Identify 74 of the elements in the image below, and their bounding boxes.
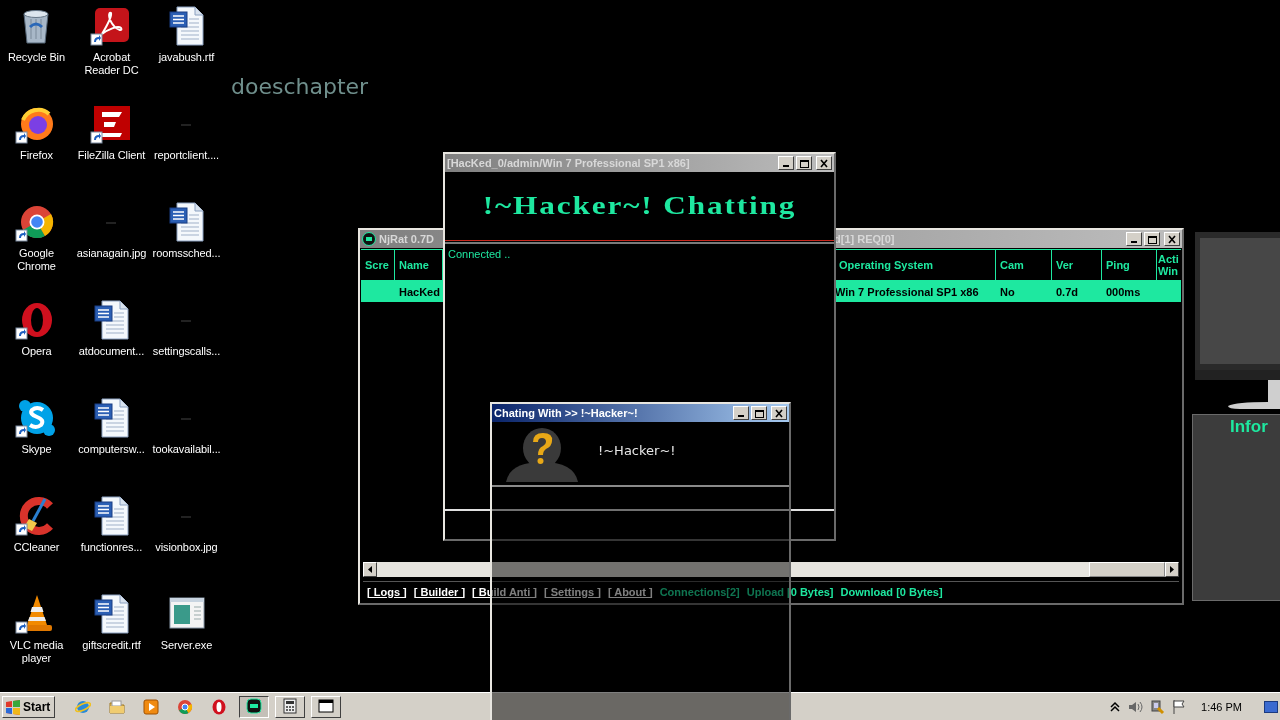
status-text: Connections[2] (659, 585, 740, 598)
show-desktop-icon[interactable] (1264, 699, 1278, 714)
close-button[interactable] (771, 406, 787, 420)
menu-link[interactable]: [ Builder ] (413, 585, 466, 598)
window-title: Chating With >> !~Hacker~! (494, 407, 638, 419)
table-cell-text: 0.7d (1055, 284, 1079, 300)
window-title: NjRat 0.7D (379, 233, 435, 245)
clock: 1:46 PM (1201, 700, 1242, 713)
icon-label[interactable]: atdocument... (78, 345, 145, 358)
message-text: Connected .. (448, 248, 512, 260)
desktop-text: doeschapter (231, 74, 369, 99)
minimize-icon (1131, 240, 1137, 243)
icon-label[interactable]: roomssched... (152, 247, 221, 260)
maximize-icon (754, 408, 764, 418)
icon-label[interactable]: Firefox (20, 149, 53, 162)
column-header[interactable]: Scre (361, 250, 395, 280)
table-cell-text: Win 7 Professional SP1 x86 (835, 284, 980, 300)
icon-label[interactable]: Acrobat Reader DC (74, 51, 149, 77)
window-icon[interactable] (318, 697, 335, 714)
menu-link[interactable]: [ Settings ] (544, 585, 601, 598)
close-icon (819, 158, 829, 168)
horizontal-scrollbar[interactable] (363, 562, 1179, 577)
icon-label[interactable]: computersw... (78, 443, 145, 456)
start-button[interactable]: Start (2, 695, 56, 718)
icon-label[interactable]: asianagain.jpg (76, 247, 147, 260)
app-icon[interactable] (246, 697, 263, 714)
icon-label[interactable]: tookavailabil... (152, 443, 221, 456)
close-icon (774, 408, 784, 418)
contact-name: !~Hacker~! (598, 443, 676, 458)
minimize-icon (738, 414, 744, 417)
avatar-silhouette-icon (504, 425, 580, 482)
icon-label[interactable]: giftscredit.rtf (82, 639, 141, 652)
scroll-left-icon[interactable] (367, 565, 373, 574)
close-icon (1167, 234, 1177, 244)
icon-label[interactable]: settingscalls... (152, 345, 221, 358)
minimize-icon (783, 164, 789, 167)
icon-label[interactable]: javabush.rtf (158, 51, 215, 64)
column-header[interactable]: Cam (996, 250, 1052, 280)
menu-link[interactable]: [ About ] (607, 585, 653, 598)
table-cell-text: 000ms (1105, 284, 1142, 300)
table-cell-text: No (999, 284, 1016, 300)
icon-label[interactable]: Recycle Bin (8, 51, 65, 64)
icon-label[interactable]: CCleaner (13, 541, 60, 554)
flag-icon[interactable] (1171, 698, 1188, 715)
calculator-icon[interactable] (282, 697, 299, 714)
minimize-button[interactable] (733, 406, 749, 420)
column-header[interactable]: Ping (1102, 250, 1157, 280)
maximize-icon (799, 158, 809, 168)
banner-title: !~Hacker~! Chatting (482, 192, 797, 220)
table-cell-text: HacKed (398, 284, 441, 300)
icon-label[interactable]: VLC media player (0, 639, 74, 665)
media-player-icon[interactable] (143, 698, 160, 715)
icon-label[interactable]: visionbox.jpg (155, 541, 218, 554)
menu-link[interactable]: [ Logs ] (367, 585, 407, 598)
scroll-right-icon[interactable] (1169, 565, 1175, 574)
icon-label[interactable]: FileZilla Client (77, 149, 146, 162)
windows-flag-icon (5, 698, 21, 715)
icon-label[interactable]: reportclient.... (153, 149, 219, 162)
panel-heading: Infor (1230, 417, 1269, 437)
status-text: Download [0 Bytes] (840, 585, 943, 598)
folder-icon[interactable] (109, 698, 126, 715)
maximize-icon (1147, 234, 1157, 244)
app-icon (362, 232, 376, 246)
maximize-button[interactable] (751, 406, 767, 420)
network-icon[interactable] (1149, 698, 1166, 715)
chevron-up-icon[interactable] (1109, 700, 1122, 713)
icon-label[interactable]: Opera (21, 345, 52, 358)
icon-label[interactable]: functionres... (80, 541, 143, 554)
icon-label[interactable]: Google Chrome (0, 247, 74, 273)
scrollbar-thumb[interactable] (1089, 562, 1165, 577)
column-header[interactable]: Acti Win (1157, 250, 1180, 280)
column-header[interactable]: Ver (1052, 250, 1102, 280)
icon-label[interactable]: Server.exe (160, 639, 213, 652)
icon-label[interactable]: Skype (21, 443, 52, 456)
